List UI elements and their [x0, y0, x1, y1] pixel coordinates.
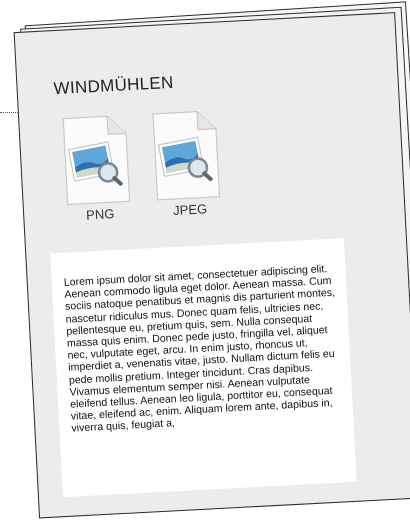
image-file-icon [62, 115, 131, 206]
front-sheet[interactable]: WINDMÜHLEN PNG JPEG Lorem ipsum dolor si… [13, 12, 410, 519]
image-file-icon [152, 111, 221, 201]
document-stack: WINDMÜHLEN PNG JPEG Lorem ipsum dolor si… [0, 0, 410, 528]
body-paragraph: Lorem ipsum dolor sit amet, consectetuer… [63, 263, 336, 436]
page-title: WINDMÜHLEN [53, 72, 175, 99]
jpeg-file[interactable]: JPEG [147, 108, 229, 228]
file-extension-label: JPEG [172, 201, 208, 219]
file-extension-label: PNG [85, 206, 115, 223]
body-text-box: Lorem ipsum dolor sit amet, consectetuer… [50, 238, 357, 498]
png-file[interactable]: PNG [57, 113, 139, 233]
